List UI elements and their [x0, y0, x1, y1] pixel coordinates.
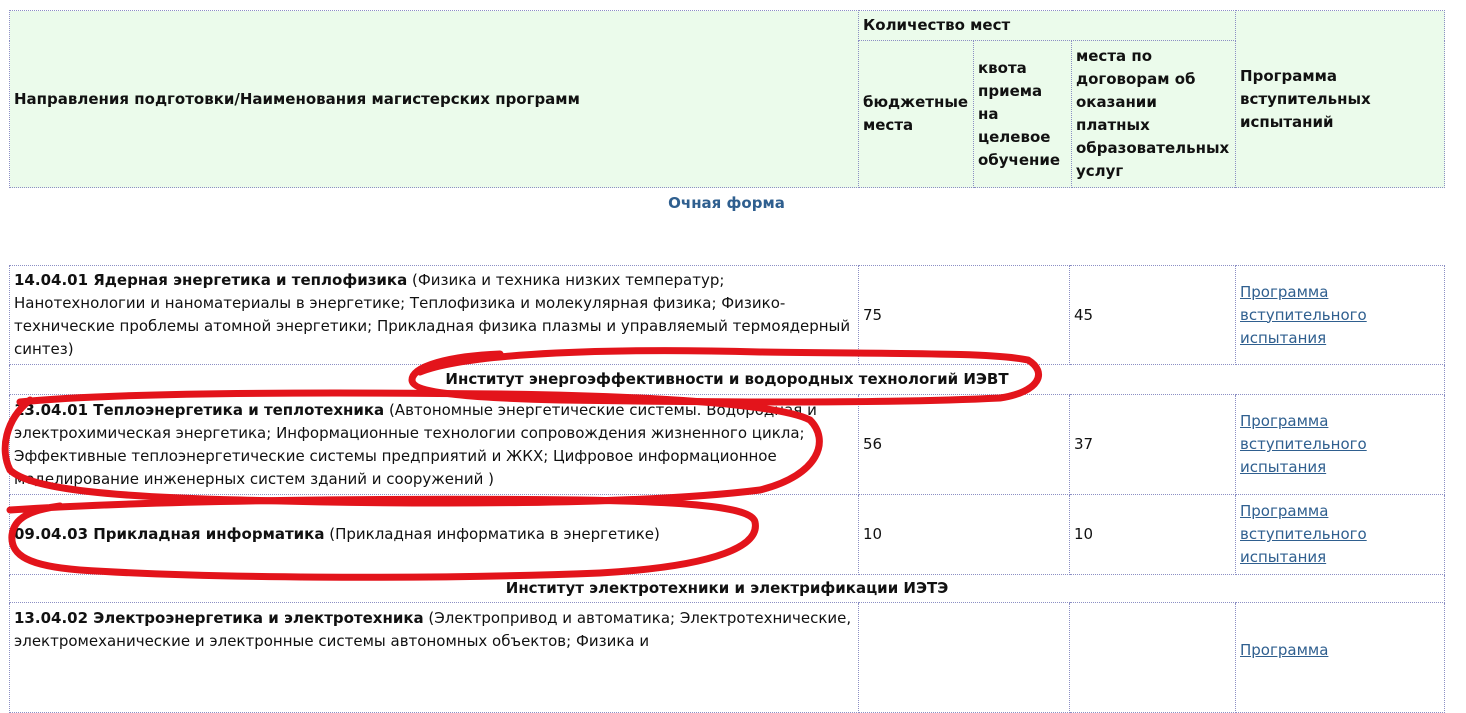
budget-cell: 10 — [858, 494, 1070, 575]
table-header: Направления подготовки/Наименования маги… — [9, 10, 1446, 188]
institute-title: Институт электротехники и электрификации… — [9, 574, 1445, 603]
budget-cell: 75 — [858, 265, 1070, 365]
table-row: 14.04.01 Ядерная энергетика и теплофизик… — [9, 265, 1445, 365]
contract-cell: 37 — [1069, 394, 1236, 495]
program-cell: 13.04.01 Теплоэнергетика и теплотехника … — [9, 394, 859, 495]
program-code: 14.04.01 Ядерная энергетика и теплофизик… — [14, 271, 408, 289]
table-row: 13.04.01 Теплоэнергетика и теплотехника … — [9, 394, 1445, 495]
contract-cell: 45 — [1069, 265, 1236, 365]
institute-row: Институт энергоэффективности и водородны… — [9, 364, 1445, 395]
institute-row: Институт электротехники и электрификации… — [9, 574, 1445, 603]
program-code: 13.04.02 Электроэнергетика и электротехн… — [14, 609, 424, 627]
budget-cell — [858, 602, 1070, 713]
column-header-contract: места по договорам об оказании платных о… — [1070, 40, 1237, 188]
budget-cell: 56 — [858, 394, 1070, 495]
exam-program-link[interactable]: Программа вступительного испытания — [1240, 502, 1367, 566]
program-cell: 09.04.03 Прикладная информатика (Приклад… — [9, 494, 859, 575]
column-header-places: Количество мест — [857, 10, 1237, 41]
form-label: Очная форма — [668, 194, 785, 212]
exam-program-link[interactable]: Программа вступительного испытания — [1240, 412, 1367, 476]
column-header-budget: бюджетные места — [858, 40, 974, 188]
institute-title: Институт энергоэффективности и водородны… — [9, 364, 1445, 395]
program-cell: 14.04.01 Ядерная энергетика и теплофизик… — [9, 265, 859, 365]
contract-cell — [1069, 602, 1236, 713]
exam-program-link[interactable]: Программа — [1240, 641, 1328, 659]
column-header-quota: квота приема на целевое обучение — [973, 40, 1072, 188]
program-cell: 13.04.02 Электроэнергетика и электротехн… — [9, 602, 859, 713]
contract-cell: 10 — [1069, 494, 1236, 575]
column-header-exam: Программа вступительных испытаний — [1235, 10, 1446, 188]
programs-table: 14.04.01 Ядерная энергетика и теплофизик… — [9, 265, 1445, 713]
table-row: 13.04.02 Электроэнергетика и электротехн… — [9, 602, 1445, 713]
column-header-program: Направления подготовки/Наименования маги… — [9, 10, 859, 188]
table-row: 09.04.03 Прикладная информатика (Приклад… — [9, 494, 1445, 575]
program-code: 09.04.03 Прикладная информатика — [14, 525, 325, 543]
program-code: 13.04.01 Теплоэнергетика и теплотехника — [14, 400, 385, 419]
program-desc: (Прикладная информатика в энергетике) — [324, 525, 660, 543]
exam-program-link[interactable]: Программа вступительного испытания — [1240, 283, 1367, 347]
